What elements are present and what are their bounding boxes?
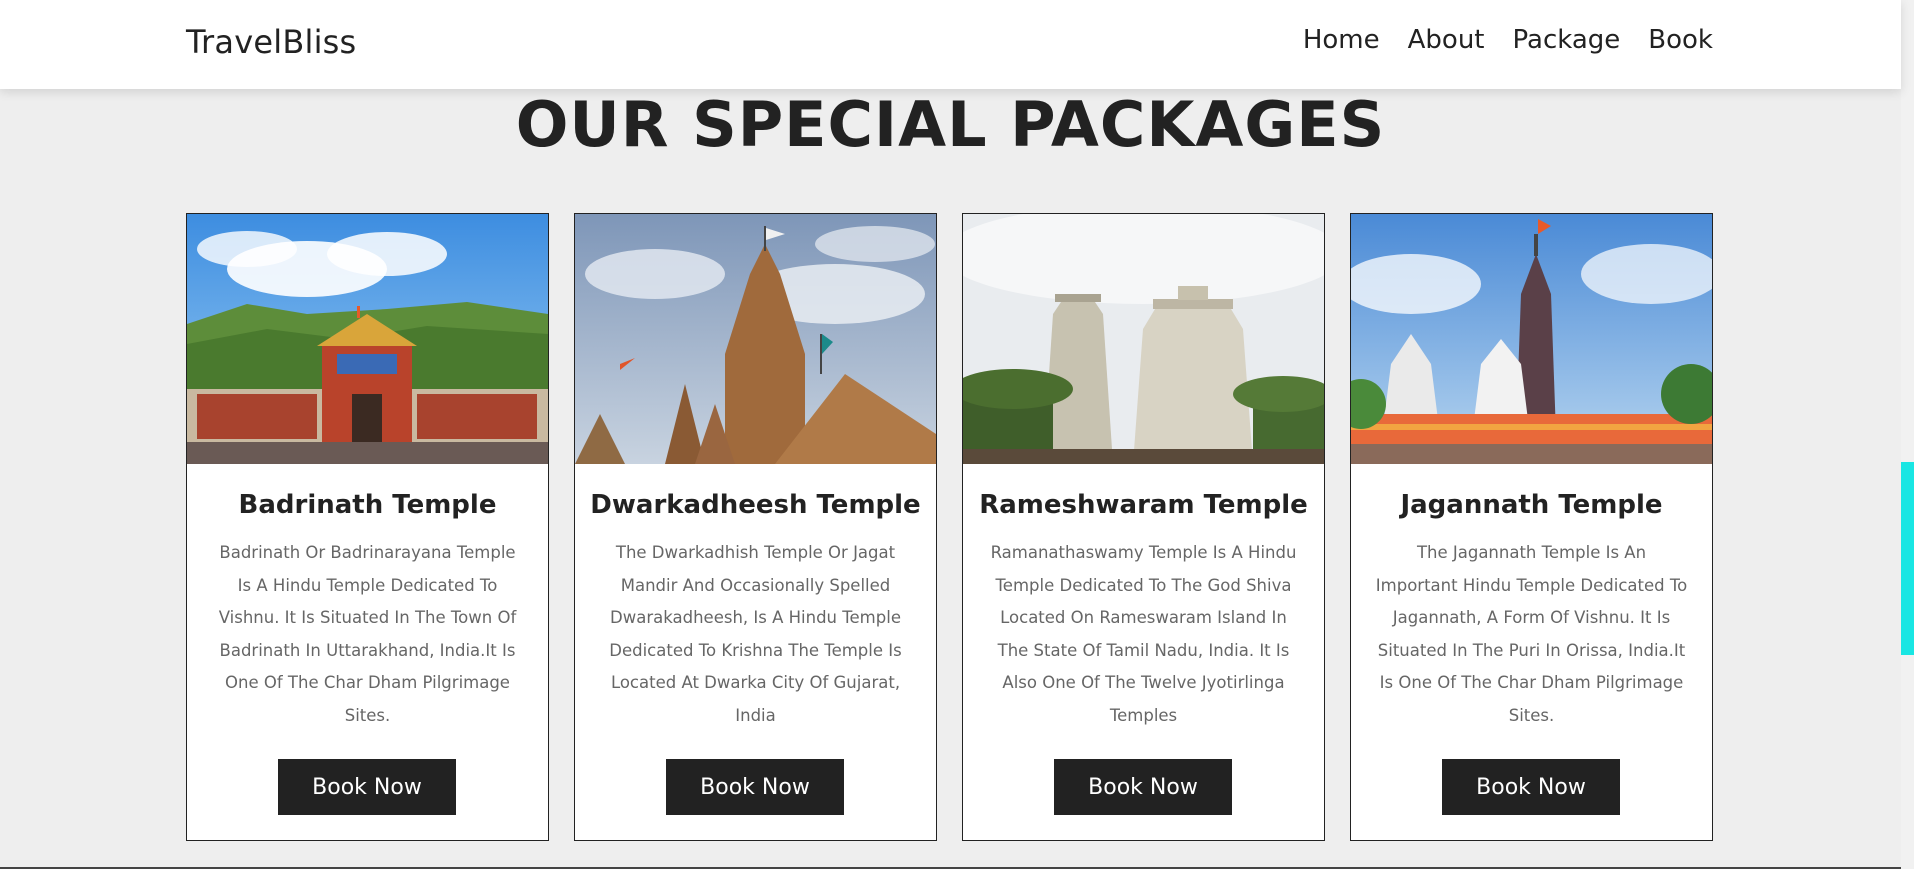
- package-title: Dwarkadheesh Temple: [590, 490, 921, 520]
- book-now-button[interactable]: Book Now: [666, 759, 844, 815]
- site-logo[interactable]: TravelBliss: [186, 23, 356, 61]
- scrollbar-track[interactable]: [1901, 0, 1914, 869]
- package-description: The Dwarkadhish Temple Or Jagat Mandir A…: [609, 543, 902, 725]
- package-title: Jagannath Temple: [1400, 490, 1663, 520]
- package-card: Rameshwaram Temple Ramanathaswamy Temple…: [962, 213, 1325, 841]
- jagannath-temple-image: [1351, 214, 1712, 464]
- package-description: Ramanathaswamy Temple Is A Hindu Temple …: [990, 543, 1297, 725]
- package-description: Badrinath Or Badrinarayana Temple Is A H…: [218, 543, 517, 725]
- nav-about[interactable]: About: [1408, 25, 1485, 55]
- badrinath-temple-image: [187, 214, 548, 464]
- package-title: Badrinath Temple: [238, 490, 497, 520]
- rameshwaram-temple-image: [963, 214, 1324, 464]
- package-card: Dwarkadheesh Temple The Dwarkadhish Temp…: [574, 213, 937, 841]
- book-now-button[interactable]: Book Now: [278, 759, 456, 815]
- book-now-button[interactable]: Book Now: [1442, 759, 1620, 815]
- nav-book[interactable]: Book: [1648, 25, 1713, 55]
- scrollbar-thumb[interactable]: [1901, 462, 1914, 655]
- package-description: The Jagannath Temple Is An Important Hin…: [1375, 543, 1688, 725]
- section-title: OUR SPECIAL PACKAGES: [515, 88, 1386, 161]
- package-cards: Badrinath Temple Badrinath Or Badrinaray…: [186, 213, 1713, 841]
- package-card: Badrinath Temple Badrinath Or Badrinaray…: [186, 213, 549, 841]
- main-nav: Home About Package Book: [1303, 25, 1713, 55]
- nav-home[interactable]: Home: [1303, 25, 1380, 55]
- book-now-button[interactable]: Book Now: [1054, 759, 1232, 815]
- package-title: Rameshwaram Temple: [979, 490, 1308, 520]
- package-card: Jagannath Temple The Jagannath Temple Is…: [1350, 213, 1713, 841]
- dwarkadheesh-temple-image: [575, 214, 936, 464]
- nav-package[interactable]: Package: [1513, 25, 1621, 55]
- site-header: TravelBliss Home About Package Book: [0, 0, 1901, 89]
